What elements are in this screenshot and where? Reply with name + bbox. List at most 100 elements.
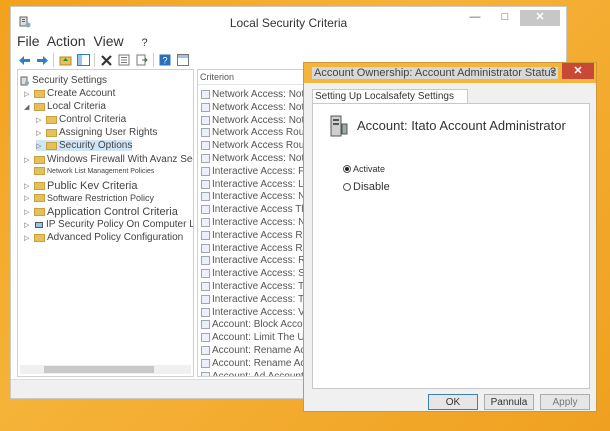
menu-action[interactable]: Action <box>47 33 86 49</box>
list-item[interactable]: Network Access Routes De <box>201 127 315 138</box>
list-item[interactable]: Interactive Access There <box>201 204 315 215</box>
tree-item-label: Create Account <box>47 88 116 99</box>
properties-icon[interactable] <box>117 53 131 67</box>
security-settings-icon <box>20 76 29 85</box>
tree-item-network-list[interactable]: Network List Management Policies <box>34 167 154 175</box>
tree-item-advanced-policy[interactable]: ▷ Advanced Policy Configuration <box>24 232 183 243</box>
tree-item-label: Windows Firewall With Avanz Security <box>47 154 193 165</box>
list-item[interactable]: Account: Rename Accoun <box>201 358 315 369</box>
tree-item-application-control[interactable]: ▷ Application Control Criteria <box>24 206 178 218</box>
policy-item-icon <box>201 128 210 138</box>
maximize-button[interactable]: □ <box>494 10 516 26</box>
policy-item-icon <box>201 256 210 266</box>
expand-arrow-icon[interactable]: ▷ <box>36 129 44 137</box>
tree-item-security-settings[interactable]: Security Settings <box>20 75 107 86</box>
expand-arrow-icon[interactable]: ▷ <box>24 90 32 98</box>
list-item-label: Interactive Access Required <box>212 242 315 254</box>
menu-file[interactable]: File <box>17 33 40 49</box>
expand-arrow-icon[interactable]: ▷ <box>24 221 32 229</box>
menu-help[interactable]: ? <box>141 37 147 49</box>
list-item[interactable]: Network Access: Not Conse <box>201 115 315 126</box>
expand-arrow-icon[interactable]: ▷ <box>36 142 44 150</box>
tree-item-public-key-criteria[interactable]: ▷ Public Kev Criteria <box>24 180 137 192</box>
list-item[interactable]: Interactive Access: Funzior <box>201 166 315 177</box>
list-item[interactable]: Network Access Routes <box>201 140 315 151</box>
show-hide-tree-icon[interactable] <box>76 53 90 67</box>
collapse-arrow-icon[interactable]: ◢ <box>24 103 32 111</box>
tree-item-local-criteria[interactable]: ◢ Local Criteria <box>24 101 106 112</box>
radio-unselected-icon[interactable] <box>343 183 351 191</box>
list-item[interactable]: Account: Rename Accoun <box>201 345 316 356</box>
delete-icon[interactable] <box>99 53 113 67</box>
list-item-label: Interactive Access: Not Ric <box>212 191 315 203</box>
list-item-label: Account: Limit The Use Of Ac <box>212 332 315 344</box>
back-arrow-icon[interactable] <box>17 53 31 67</box>
action-pane-icon[interactable] <box>176 53 190 67</box>
export-list-icon[interactable] <box>135 53 149 67</box>
list-item[interactable]: Account: Ad Account Status <box>201 371 315 376</box>
properties-dialog: Account Ownership: Account Administrator… <box>303 62 597 412</box>
tree-item-create-account[interactable]: ▷ Create Account <box>24 88 115 99</box>
tree-pane[interactable]: Security Settings ▷ Create Account ◢ Loc… <box>17 69 194 377</box>
list-item[interactable]: Network Access: Not Cons <box>201 153 315 164</box>
list-item-label: Interactive Access: Requested <box>212 255 315 267</box>
list-item[interactable]: Interactive Access: Limit <box>201 179 315 190</box>
expand-arrow-icon[interactable]: ▷ <box>24 182 32 190</box>
list-item[interactable]: Interactive Access: Visuals <box>201 306 315 318</box>
menu-view[interactable]: View <box>94 33 124 49</box>
radio-label-activate: Activate <box>353 164 386 174</box>
tab-local-security-setting[interactable]: Setting Up Localsafety Settings <box>312 89 468 104</box>
expand-arrow-icon[interactable]: ▷ <box>24 234 32 242</box>
ok-button[interactable]: OK <box>428 394 478 410</box>
dialog-help-button[interactable]: ? <box>550 66 556 78</box>
scrollbar-thumb[interactable] <box>44 366 154 373</box>
list-item[interactable]: Interactive Access: Soglia <box>201 268 315 279</box>
list-item[interactable]: Interactive Access: Requested <box>201 255 315 267</box>
radio-disable[interactable]: Disable <box>343 181 390 193</box>
list-item-label: Interactive Access: Visuals <box>212 306 315 318</box>
tree-item-windows-firewall[interactable]: ▷ Windows Firewall With Avanz Security <box>24 154 193 165</box>
tree-item-control-criteria[interactable]: ▷ Control Criteria <box>36 114 126 125</box>
close-button[interactable]: ✕ <box>520 10 560 26</box>
tree-item-label: Local Criteria <box>47 101 106 112</box>
column-header-criterion[interactable]: Criterion <box>198 70 315 85</box>
dialog-title: Account Ownership: Account Administrator… <box>312 67 559 79</box>
radio-activate[interactable]: Activate <box>343 164 385 174</box>
help-icon[interactable]: ? <box>158 53 172 67</box>
expand-arrow-icon[interactable]: ▷ <box>24 208 32 216</box>
list-item[interactable]: Interactive Access: Not Ric <box>201 191 315 203</box>
list-item[interactable]: Interactive Access Required <box>201 242 315 254</box>
cancel-button[interactable]: Pannula <box>484 394 534 410</box>
minimize-button[interactable]: — <box>464 10 486 26</box>
apply-button[interactable]: Apply <box>540 394 590 410</box>
expand-arrow-icon[interactable]: ▷ <box>24 156 32 164</box>
radio-selected-icon[interactable] <box>343 165 351 173</box>
list-item[interactable]: Account: Limit The Use Of Ac <box>201 332 315 344</box>
list-item[interactable]: Interactive Access: Nurser <box>201 217 315 228</box>
list-item[interactable]: Interactive Access Required <box>201 230 315 241</box>
tree-item-ip-security-policy[interactable]: ▷ IP Security Policy On Computer Loc <box>24 219 193 230</box>
list-item[interactable]: Interactive Access: Text D <box>201 281 316 292</box>
list-item-label: Interactive Access: Text D <box>212 281 316 292</box>
up-folder-icon[interactable] <box>58 53 72 67</box>
tree-item-security-options[interactable]: ▷ Security Options <box>36 140 133 151</box>
forward-arrow-icon[interactable] <box>35 53 49 67</box>
list-item-label: Account: Rename Accoun <box>212 345 316 356</box>
list-item-label: Interactive Access: Nurser <box>212 217 315 228</box>
policy-list-pane[interactable]: Criterion Network Access: Not ConseNetwo… <box>197 69 316 377</box>
expand-arrow-icon[interactable]: ▷ <box>36 116 44 124</box>
tree-horizontal-scrollbar[interactable] <box>20 365 191 374</box>
policy-item-icon <box>201 205 210 215</box>
list-item[interactable]: Account: Block Accours <box>201 319 315 330</box>
list-item[interactable]: Interactive Access: Title C <box>201 294 315 305</box>
tree-item-assigning-user-rights[interactable]: ▷ Assigning User Rights <box>36 127 157 138</box>
tree-item-label: Advanced Policy Configuration <box>47 232 184 243</box>
expand-arrow-icon[interactable]: ▷ <box>24 194 32 202</box>
list-item[interactable]: Network Access: Not Conse <box>201 102 315 113</box>
policy-item-icon <box>201 243 210 253</box>
tree-item-software-restriction[interactable]: ▷ Software Restriction Policy <box>24 193 154 203</box>
dialog-close-button[interactable]: ✕ <box>562 63 594 79</box>
policy-item-icon <box>201 154 210 163</box>
list-item[interactable]: Network Access: Not Conse <box>201 89 315 100</box>
folder-icon <box>46 141 57 150</box>
